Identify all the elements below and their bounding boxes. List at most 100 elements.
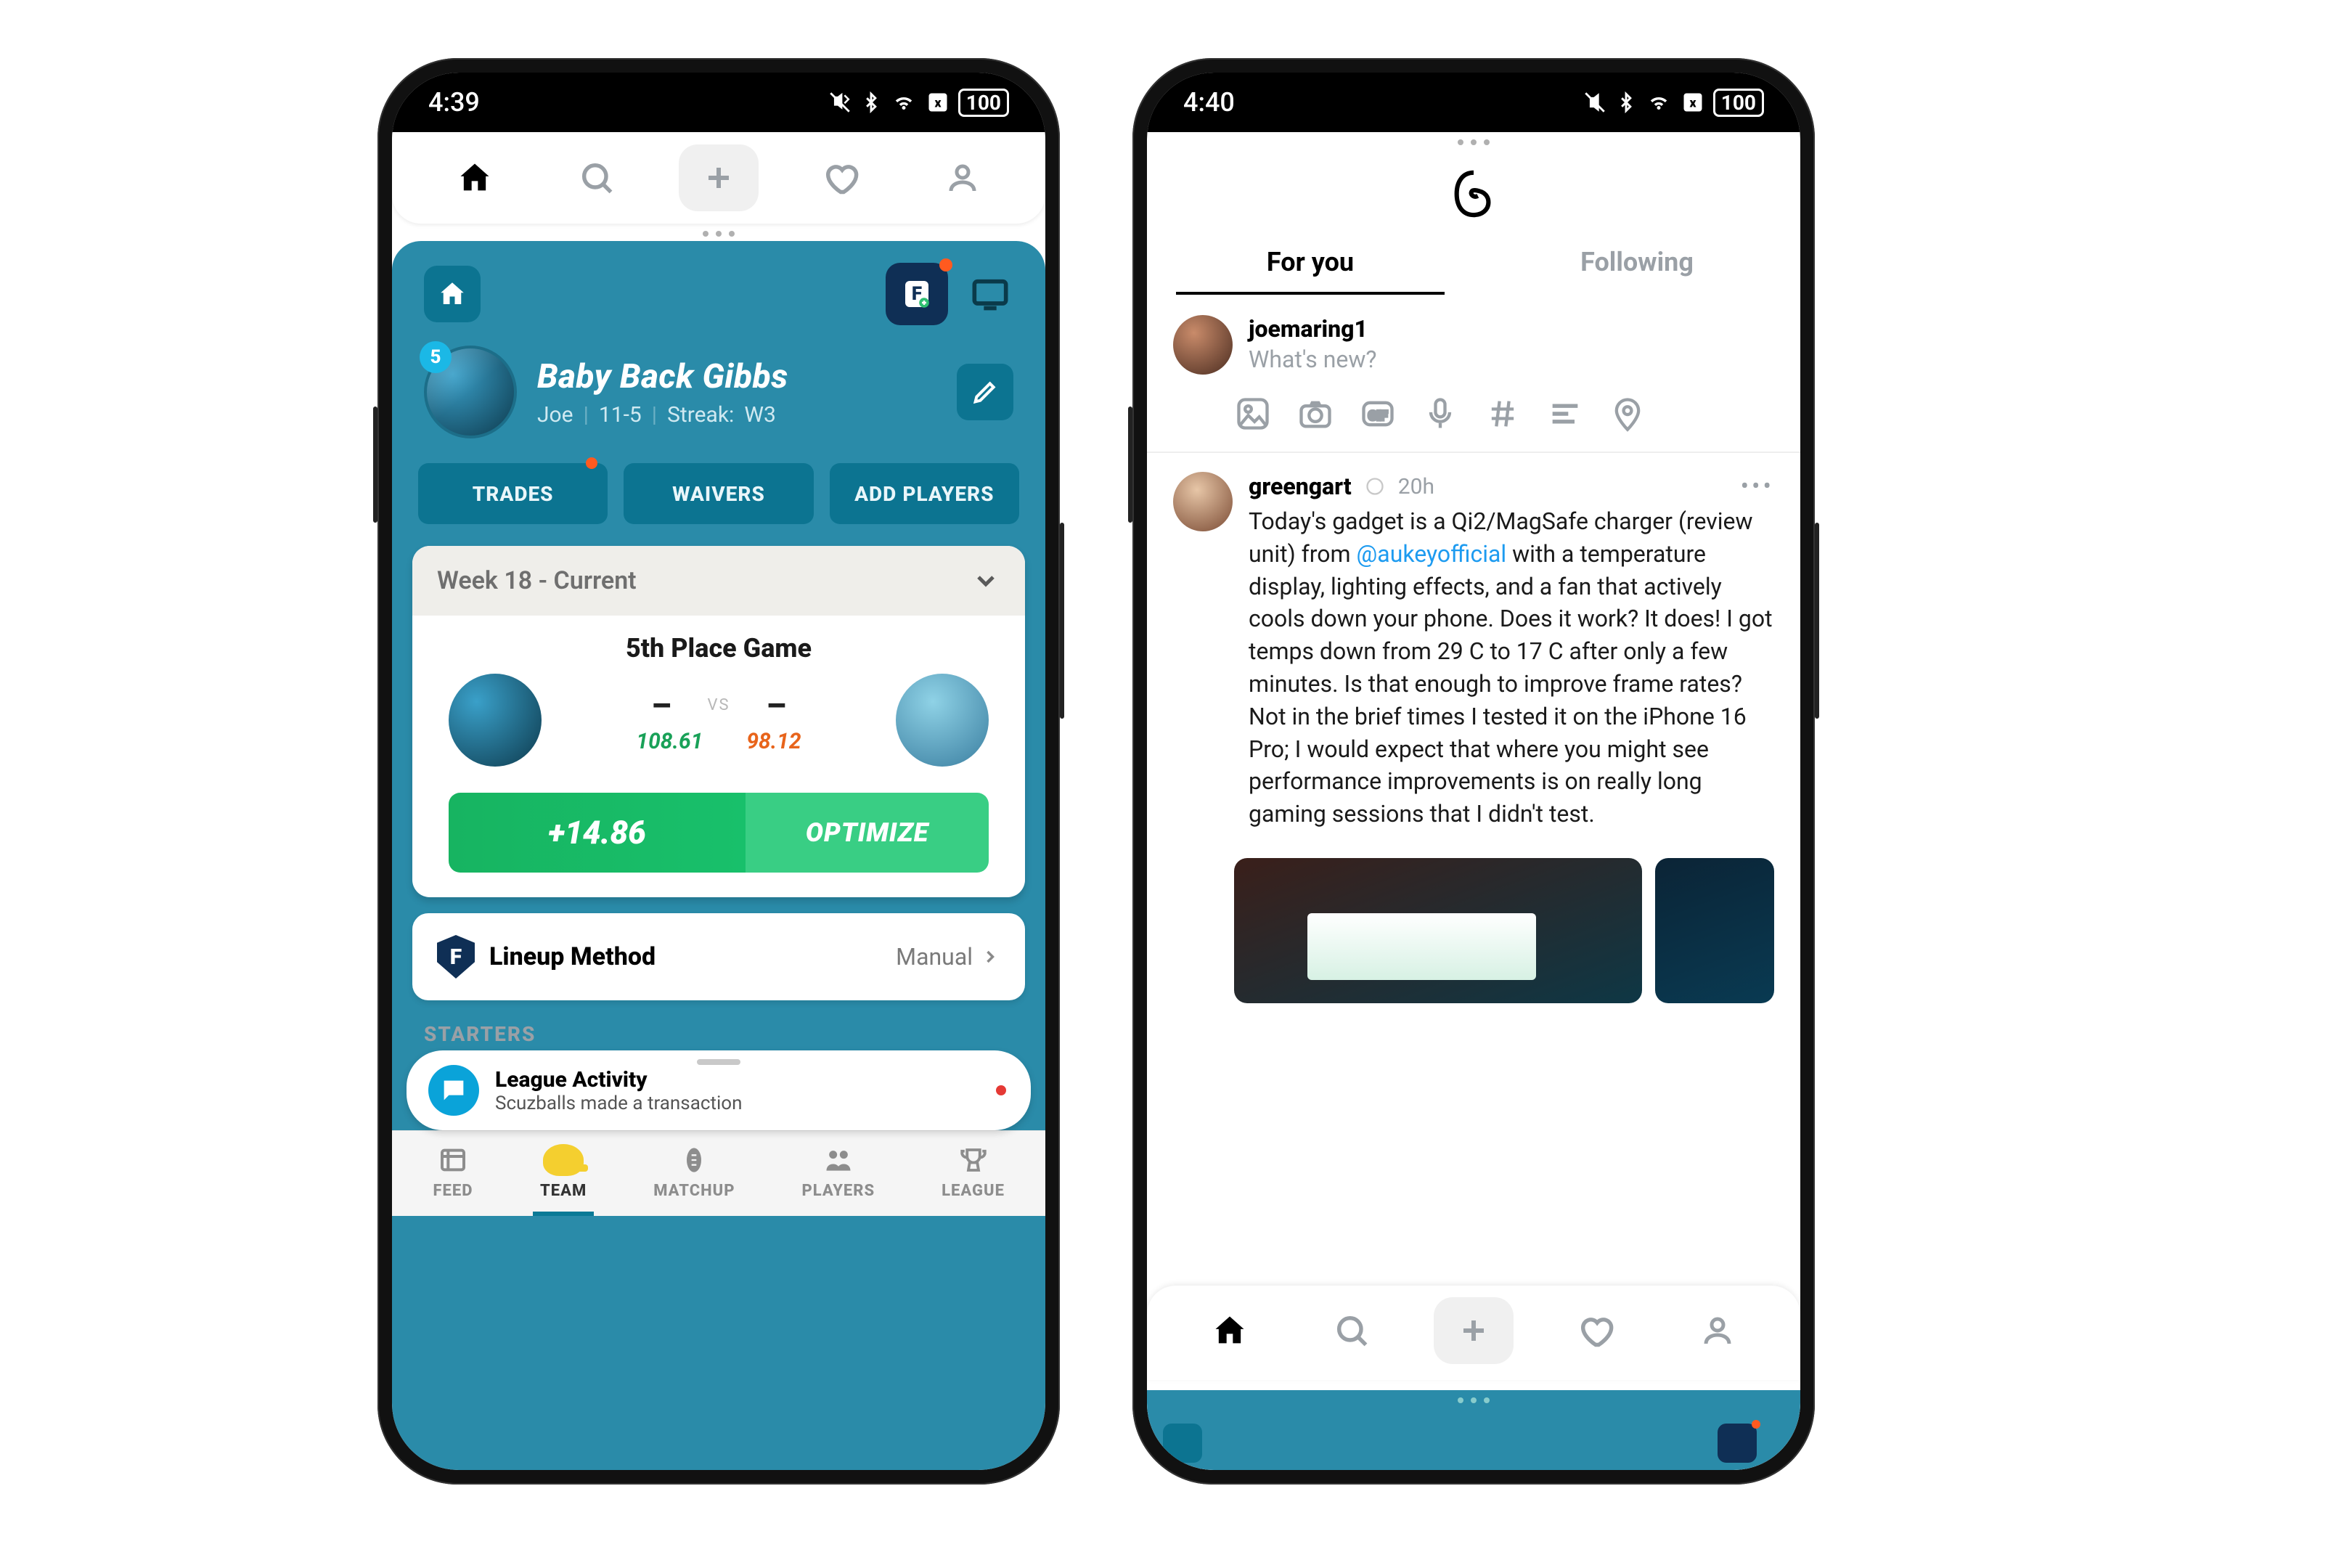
tab-for-you[interactable]: For you (1147, 232, 1474, 295)
tab-feed[interactable]: FEED (433, 1143, 473, 1200)
my-team-avatar[interactable] (449, 674, 542, 767)
nav-activity-icon[interactable] (1556, 1297, 1636, 1364)
delta-value: +14.86 (449, 814, 746, 852)
threads-app: For you Following joemaring1 What's new?… (1147, 150, 1800, 1470)
league-activity-toast[interactable]: League ActivityScuzballs made a transact… (407, 1050, 1031, 1130)
battery-level: 100 (1713, 89, 1764, 117)
app-switcher-button[interactable]: F (886, 263, 948, 325)
camera-icon[interactable] (1297, 395, 1334, 433)
helmet-icon (543, 1144, 584, 1176)
svg-text:x: x (1689, 96, 1696, 110)
app-home-button[interactable] (424, 266, 481, 322)
my-score: – (651, 687, 671, 724)
background-app-preview[interactable] (1147, 1390, 1800, 1470)
image-icon[interactable] (1234, 395, 1272, 433)
wifi-icon (1645, 91, 1673, 113)
mini-app-icon (1718, 1424, 1757, 1463)
nav-profile-icon[interactable] (1678, 1297, 1757, 1364)
phone-right: 4:40 x 100 For you Following joemaring1 … (1132, 58, 1815, 1485)
mic-icon[interactable] (1421, 395, 1459, 433)
nav-home-icon[interactable] (1190, 1297, 1270, 1364)
rank-badge: 5 (420, 341, 452, 373)
post-time: 20h (1398, 474, 1434, 499)
drag-handle-dots[interactable] (1147, 132, 1800, 150)
record: 11-5 (599, 402, 642, 428)
post-body: Today's gadget is a Qi2/MagSafe charger … (1249, 505, 1774, 830)
gif-icon[interactable]: GIF (1359, 395, 1397, 433)
owner-name: Joe (537, 402, 573, 428)
wifi-icon (890, 91, 918, 113)
location-icon[interactable] (1609, 395, 1646, 433)
tab-matchup[interactable]: MATCHUP (653, 1143, 735, 1200)
toast-title: League Activity (495, 1067, 742, 1093)
chevron-right-icon (980, 947, 1000, 967)
my-projection: 108.61 (636, 729, 703, 754)
edit-team-button[interactable] (957, 364, 1013, 420)
opp-score: – (767, 687, 786, 724)
tab-league[interactable]: LEAGUE (942, 1143, 1005, 1200)
opponent-avatar[interactable] (896, 674, 989, 767)
divider (1147, 452, 1800, 453)
svg-text:GIF: GIF (1368, 409, 1388, 424)
tab-players[interactable]: PLAYERS (801, 1143, 875, 1200)
nav-search-icon[interactable] (557, 144, 637, 211)
system-top-nav (392, 132, 1045, 224)
notification-dot (939, 258, 952, 271)
post-images[interactable] (1147, 845, 1800, 1003)
nav-activity-icon[interactable] (801, 144, 881, 211)
camera-cutout (710, 80, 727, 97)
lineup-method-row[interactable]: FLineup Method Manual (412, 913, 1025, 1000)
tab-team[interactable]: TEAM (540, 1143, 587, 1200)
threads-logo[interactable] (1147, 150, 1800, 232)
add-players-button[interactable]: ADD PLAYERS (830, 463, 1019, 524)
post-image-2[interactable] (1655, 858, 1774, 1003)
nav-create-icon[interactable] (1434, 1297, 1514, 1364)
optimize-button[interactable]: +14.86 OPTIMIZE (449, 793, 989, 873)
cast-icon[interactable] (967, 275, 1013, 313)
tab-following[interactable]: Following (1474, 232, 1800, 295)
my-avatar[interactable] (1173, 315, 1233, 375)
nav-search-icon[interactable] (1312, 1297, 1392, 1364)
camera-cutout (1465, 80, 1482, 97)
signal-icon: x (926, 91, 950, 113)
nav-profile-icon[interactable] (923, 144, 1003, 211)
post-avatar[interactable] (1173, 472, 1233, 531)
post-username[interactable]: greengart (1249, 473, 1352, 500)
mute-icon (828, 90, 852, 115)
my-username: joemaring1 (1249, 315, 1774, 343)
composer[interactable]: joemaring1 What's new? (1147, 295, 1800, 382)
week-selector[interactable]: Week 18 - Current (412, 546, 1025, 616)
clock: 4:40 (1183, 87, 1235, 118)
nav-home-icon[interactable] (435, 144, 515, 211)
lineup-value: Manual (896, 943, 973, 971)
drag-handle[interactable] (697, 1059, 740, 1065)
post-image-1[interactable] (1234, 858, 1642, 1003)
verified-icon (1365, 476, 1385, 497)
week-label: Week 18 - Current (437, 566, 637, 595)
mention-link[interactable]: @aukeyofficial (1357, 540, 1507, 568)
optimize-label: OPTIMIZE (746, 817, 989, 848)
drag-handle-dots[interactable] (392, 224, 1045, 241)
post[interactable]: greengart 20h ••• Today's gadget is a Qi… (1147, 457, 1800, 845)
mute-icon (1583, 90, 1607, 115)
mini-home-icon (1163, 1424, 1202, 1463)
streak-value: W3 (744, 402, 775, 428)
composer-toolbar: GIF (1147, 382, 1800, 452)
poll-icon[interactable] (1546, 395, 1584, 433)
composer-placeholder[interactable]: What's new? (1249, 346, 1774, 373)
shield-icon: F (437, 935, 475, 979)
chat-icon (428, 1065, 479, 1116)
team-name: Baby Back Gibbs (537, 357, 788, 396)
toast-subtitle: Scuzballs made a transaction (495, 1093, 742, 1114)
svg-text:x: x (934, 96, 942, 110)
matchup-card: Week 18 - Current 5th Place Game –VS– 10… (412, 546, 1025, 897)
starters-heading: STARTERS (392, 1000, 1045, 1046)
post-more-icon[interactable]: ••• (1741, 472, 1774, 501)
waivers-button[interactable]: WAIVERS (624, 463, 813, 524)
vs-label: VS (707, 696, 730, 714)
trades-button[interactable]: TRADES (418, 463, 608, 524)
hashtag-icon[interactable] (1484, 395, 1522, 433)
signal-icon: x (1681, 91, 1704, 113)
nav-create-icon[interactable] (679, 144, 759, 211)
bluetooth-icon (861, 90, 881, 115)
